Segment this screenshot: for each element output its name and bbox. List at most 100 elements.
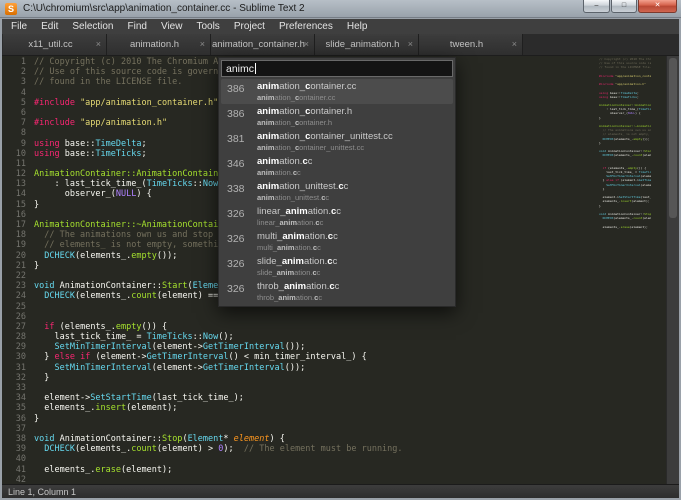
result-row[interactable]: 386animation_container.hanimation_contai…	[221, 104, 453, 129]
tab-close-icon[interactable]: ×	[200, 39, 205, 49]
line-number: 19	[2, 240, 26, 250]
code-line[interactable]	[34, 383, 587, 393]
minimap[interactable]: // Copyright (c) 2010 The Chromium Autho…	[599, 57, 651, 484]
menu-item-edit[interactable]: Edit	[34, 21, 65, 32]
line-number: 12	[2, 169, 26, 179]
code-line[interactable]: SetMinTimerInterval(element->GetTimerInt…	[34, 342, 587, 352]
close-button[interactable]: ✕	[638, 0, 677, 13]
result-path: animation.cc	[257, 168, 312, 177]
line-number: 26	[2, 312, 26, 322]
code-line[interactable]: element->SetStartTime(last_tick_time_);	[34, 393, 587, 403]
code-line[interactable]: elements_.erase(element);	[34, 465, 587, 475]
status-bar: Line 1, Column 1	[2, 484, 679, 498]
tab-close-icon[interactable]: ×	[304, 39, 309, 49]
result-score: 346	[227, 158, 251, 170]
result-score: 326	[227, 258, 251, 270]
tab-animation.h[interactable]: animation.h×	[107, 34, 211, 55]
tab-animation_container.h[interactable]: animation_container.h×	[211, 34, 315, 55]
minimap-line: DCHECK(elements_.count(element) > 0); //…	[599, 216, 651, 220]
menu-item-tools[interactable]: Tools	[189, 21, 226, 32]
result-row[interactable]: 326slide_animation.ccslide_animation.cc	[221, 254, 453, 279]
minimize-button[interactable]: –	[583, 0, 610, 13]
result-row[interactable]: 338animation_unittest.ccanimation_unitte…	[221, 179, 453, 204]
line-number: 14	[2, 189, 26, 199]
code-line[interactable]: elements_.insert(element);	[34, 403, 587, 413]
scrollbar-thumb[interactable]	[669, 58, 677, 218]
tab-label: tween.h	[450, 39, 491, 50]
result-filename: slide_animation.cc	[257, 256, 337, 268]
line-number: 25	[2, 302, 26, 312]
goto-anything-input[interactable]: animc	[221, 60, 453, 77]
result-text: animation_container.hanimation_container…	[257, 106, 352, 127]
code-line[interactable]: }	[34, 414, 587, 424]
minimap-line: DCHECK(elements_.empty());	[599, 137, 651, 141]
line-number: 29	[2, 342, 26, 352]
result-row[interactable]: 386animation_container.ccanimation_conta…	[221, 79, 453, 104]
result-score: 386	[227, 83, 251, 95]
tab-tween.h[interactable]: tween.h ×	[419, 34, 523, 55]
tab-label: slide_animation.h	[326, 39, 408, 50]
result-row[interactable]: 381animation_container_unittest.ccanimat…	[221, 129, 453, 154]
line-number: 18	[2, 230, 26, 240]
code-line[interactable]	[34, 454, 587, 464]
result-filename: multi_animation.cc	[257, 231, 338, 243]
line-number: 33	[2, 383, 26, 393]
code-line[interactable]: if (elements_.empty()) {	[34, 322, 587, 332]
result-path: animation_container.cc	[257, 93, 356, 102]
line-number: 16	[2, 210, 26, 220]
result-text: linear_animation.cclinear_animation.cc	[257, 206, 341, 227]
line-number: 13	[2, 179, 26, 189]
minimap-line	[599, 229, 651, 233]
menu-item-selection[interactable]: Selection	[65, 21, 120, 32]
line-number: 41	[2, 465, 26, 475]
line-number: 6	[2, 108, 26, 118]
tab-x11_util.cc[interactable]: x11_util.cc×	[3, 34, 107, 55]
result-row[interactable]: 326throb_animation.ccthrob_animation.cc	[221, 279, 453, 304]
result-row[interactable]: 346 animation.ccanimation.cc	[221, 154, 453, 179]
line-number: 27	[2, 322, 26, 332]
menu-item-preferences[interactable]: Preferences	[272, 21, 340, 32]
code-line[interactable]: }	[34, 373, 587, 383]
maximize-button[interactable]: □	[611, 0, 637, 13]
result-filename: animation_container_unittest.cc	[257, 131, 393, 143]
line-number: 31	[2, 363, 26, 373]
menu-item-help[interactable]: Help	[340, 21, 375, 32]
menu-item-file[interactable]: File	[4, 21, 34, 32]
code-line[interactable]: void AnimationContainer::Stop(Element* e…	[34, 434, 587, 444]
line-number: 42	[2, 475, 26, 484]
menu-item-view[interactable]: View	[154, 21, 190, 32]
line-number: 23	[2, 281, 26, 291]
tab-close-icon[interactable]: ×	[408, 39, 413, 49]
line-number: 15	[2, 200, 26, 210]
code-line[interactable]	[34, 312, 587, 322]
tab-label: animation_container.h	[212, 39, 313, 50]
goto-anything-query: animc	[226, 63, 254, 75]
line-number: 11	[2, 159, 26, 169]
menu-bar: FileEditSelectionFindViewToolsProjectPre…	[2, 19, 679, 34]
line-number: 40	[2, 454, 26, 464]
result-text: multi_animation.ccmulti_animation.cc	[257, 231, 338, 252]
menu-item-project[interactable]: Project	[227, 21, 272, 32]
line-number: 5	[2, 98, 26, 108]
tab-slide_animation.h[interactable]: slide_animation.h×	[315, 34, 419, 55]
result-text: throb_animation.ccthrob_animation.cc	[257, 281, 339, 302]
result-row[interactable]: 326multi_animation.ccmulti_animation.cc	[221, 229, 453, 254]
line-number: 20	[2, 251, 26, 261]
minimap-line: SetMinTimerInterval(element->GetTimerInt…	[599, 183, 651, 187]
code-line[interactable]: DCHECK(elements_.count(element) > 0); //…	[34, 444, 587, 454]
code-line[interactable]: last_tick_time_ = TimeTicks::Now();	[34, 332, 587, 342]
title-bar[interactable]: S C:\U\chromium\src\app\animation_contai…	[0, 0, 681, 18]
menu-item-find[interactable]: Find	[121, 21, 154, 32]
line-number: 8	[2, 128, 26, 138]
tab-close-icon[interactable]: ×	[512, 39, 517, 49]
result-filename: animation.cc	[257, 156, 312, 168]
result-filename: animation_container.h	[257, 106, 352, 118]
minimap-line: elements_.erase(element);	[599, 225, 651, 229]
code-line[interactable]: SetMinTimerInterval(element->GetTimerInt…	[34, 363, 587, 373]
tab-close-icon[interactable]: ×	[96, 39, 101, 49]
code-line[interactable]: } else if (element->GetTimerInterval() <…	[34, 352, 587, 362]
code-line[interactable]	[34, 424, 587, 434]
result-row[interactable]: 326linear_animation.cclinear_animation.c…	[221, 204, 453, 229]
vertical-scrollbar[interactable]	[666, 56, 679, 484]
code-line[interactable]	[34, 475, 587, 484]
